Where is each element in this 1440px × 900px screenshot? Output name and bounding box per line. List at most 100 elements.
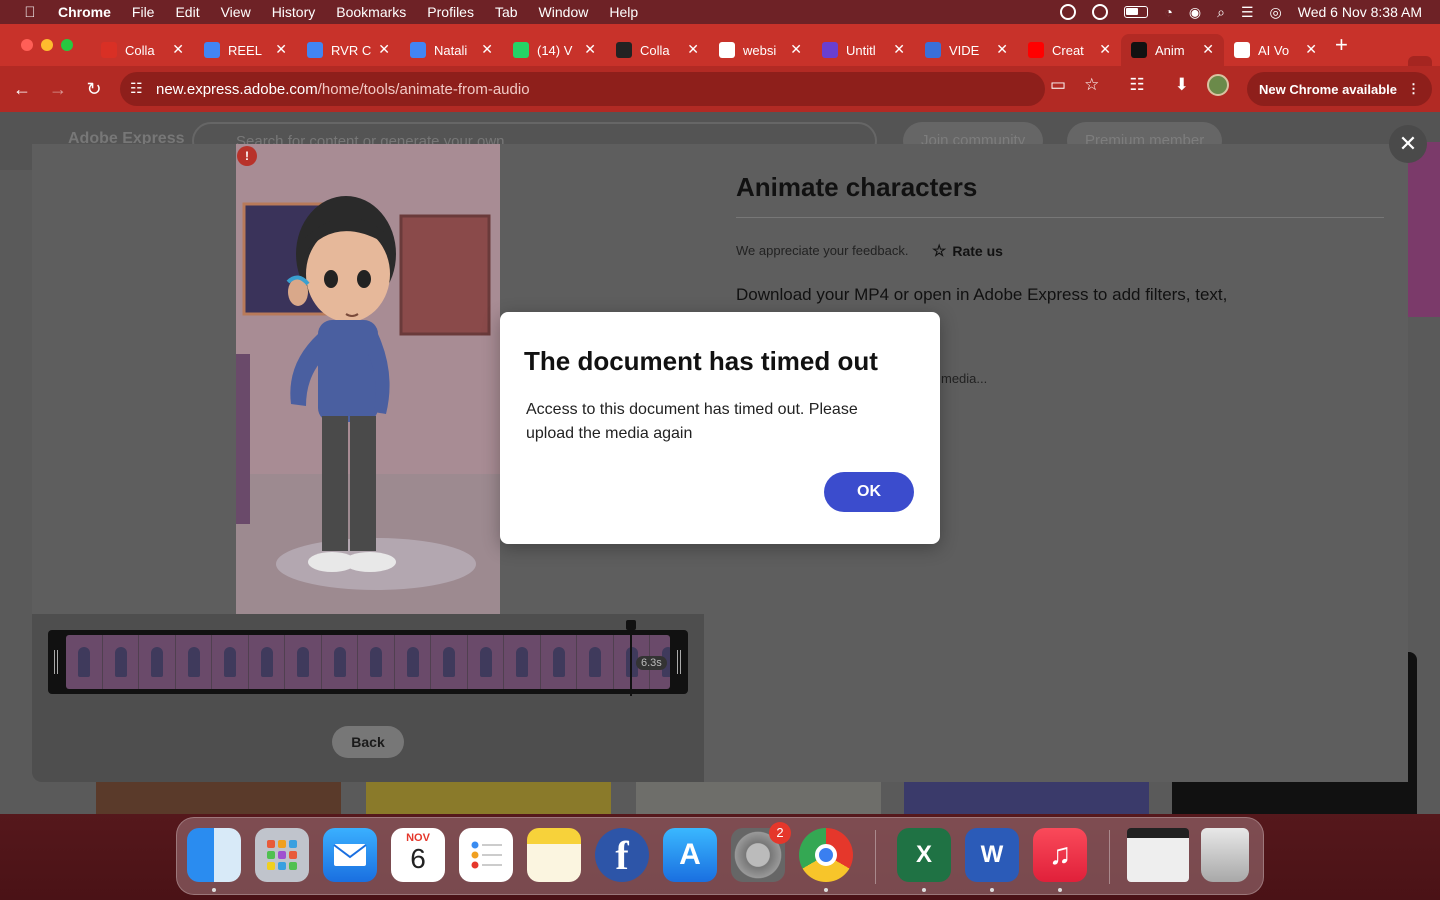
launchpad-icon[interactable] <box>255 828 309 882</box>
new-tab-button[interactable]: + <box>1335 32 1348 58</box>
browser-tab[interactable]: Anim ✕ <box>1121 34 1224 66</box>
chrome-icon[interactable] <box>799 828 853 882</box>
close-tab-icon[interactable]: ✕ <box>1305 41 1317 58</box>
close-tab-icon[interactable]: ✕ <box>687 41 699 58</box>
address-bar[interactable]: ☷ new.express.adobe.com/home/tools/anima… <box>120 72 1045 106</box>
wifi-icon[interactable]: ◔ <box>1164 4 1172 20</box>
browser-tab[interactable]: Untitl ✕ <box>812 34 915 66</box>
close-tab-icon[interactable]: ✕ <box>1202 41 1214 58</box>
facebook-icon[interactable]: f <box>595 828 649 882</box>
menu-window[interactable]: Window <box>539 4 589 20</box>
clock[interactable]: Wed 6 Nov 8:38 AM <box>1298 4 1422 20</box>
downloads-icon[interactable]: ⬇ <box>1175 75 1189 95</box>
menu-history[interactable]: History <box>272 4 316 20</box>
timeline-frame <box>285 635 322 689</box>
grammarly-icon[interactable] <box>1060 4 1077 20</box>
trim-start-handle[interactable] <box>54 650 58 674</box>
character-illustration <box>236 144 500 614</box>
more-vert-icon[interactable]: ⋮ <box>1407 81 1420 97</box>
new-chrome-label: New Chrome available <box>1259 81 1397 97</box>
back-arrow-icon[interactable]: ← <box>4 79 40 100</box>
url-host: new.express.adobe.com <box>156 80 318 98</box>
menu-file[interactable]: File <box>132 4 155 20</box>
install-app-icon[interactable]: ▭ <box>1050 75 1066 95</box>
menu-profiles[interactable]: Profiles <box>427 4 474 20</box>
finder-icon[interactable] <box>187 828 241 882</box>
close-tab-icon[interactable]: ✕ <box>790 41 802 58</box>
close-tab-icon[interactable]: ✕ <box>996 41 1008 58</box>
new-chrome-available-button[interactable]: New Chrome available ⋮ <box>1247 72 1432 106</box>
browser-tab[interactable]: REEL ✕ <box>194 34 297 66</box>
toolbar-actions: ▭ ☆ ☷ ⬇ <box>1050 74 1229 96</box>
word-icon[interactable]: W <box>965 828 1019 882</box>
timeline-frame <box>431 635 468 689</box>
mail-icon[interactable] <box>323 828 377 882</box>
close-modal-button[interactable]: ✕ <box>1389 125 1427 163</box>
browser-tab[interactable]: (14) V ✕ <box>503 34 606 66</box>
site-settings-icon[interactable]: ☷ <box>130 80 143 97</box>
browser-tab[interactable]: Colla ✕ <box>606 34 709 66</box>
menu-app-name[interactable]: Chrome <box>58 4 111 20</box>
browser-tab[interactable]: Natali ✕ <box>400 34 503 66</box>
docs-icon <box>204 42 220 58</box>
timeline-frame <box>139 635 176 689</box>
extensions-icon[interactable]: ☷ <box>1129 75 1144 95</box>
trash-icon[interactable] <box>1201 828 1249 882</box>
spotlight-search-icon[interactable]: ⌕ <box>1217 4 1225 21</box>
menu-help[interactable]: Help <box>609 4 638 20</box>
minimize-window-button[interactable] <box>41 39 53 51</box>
user-icon[interactable]: ◉ <box>1189 4 1201 21</box>
browser-tab[interactable]: RVR C ✕ <box>297 34 400 66</box>
browser-tab[interactable]: websi ✕ <box>709 34 812 66</box>
control-center-icon[interactable]: ☰ <box>1241 4 1254 21</box>
system-settings-icon[interactable]: 2 <box>731 822 791 882</box>
bookmark-star-icon[interactable]: ☆ <box>1084 75 1099 95</box>
close-tab-icon[interactable]: ✕ <box>1099 41 1111 58</box>
menu-view[interactable]: View <box>221 4 251 20</box>
menu-tab[interactable]: Tab <box>495 4 518 20</box>
close-window-button[interactable] <box>21 39 33 51</box>
ok-button[interactable]: OK <box>824 472 914 512</box>
close-tab-icon[interactable]: ✕ <box>893 41 905 58</box>
rate-us-button[interactable]: ☆ Rate us <box>932 241 1003 261</box>
close-tab-icon[interactable]: ✕ <box>584 41 596 58</box>
excel-icon[interactable]: X <box>897 828 951 882</box>
apple-icon[interactable]:  <box>20 4 40 21</box>
battery-icon[interactable] <box>1124 6 1149 18</box>
app-store-icon[interactable]: A <box>663 828 717 882</box>
timeline-frame <box>102 635 139 689</box>
calendar-icon[interactable]: NOV 6 <box>391 828 445 882</box>
playhead[interactable] <box>626 620 636 696</box>
panel-title: Animate characters <box>736 172 978 202</box>
tab-label: Natali <box>434 42 468 58</box>
envelope-shape <box>333 844 367 866</box>
browser-tab[interactable]: Creat ✕ <box>1018 34 1121 66</box>
trim-end-handle[interactable] <box>677 650 681 674</box>
screenshot-folder-icon[interactable] <box>1127 828 1189 882</box>
close-tab-icon[interactable]: ✕ <box>172 41 184 58</box>
zoom-window-button[interactable] <box>61 39 73 51</box>
reminders-icon[interactable] <box>459 828 513 882</box>
timeline-duration: 6.3s <box>636 656 667 670</box>
creative-cloud-icon[interactable] <box>1092 4 1109 20</box>
gmail-icon <box>101 42 117 58</box>
timeline-scrubber[interactable]: 6.3s <box>48 620 688 696</box>
browser-tab[interactable]: Colla ✕ <box>91 34 194 66</box>
siri-icon[interactable]: ◎ <box>1270 4 1282 21</box>
menu-bookmarks[interactable]: Bookmarks <box>336 4 406 20</box>
close-tab-icon[interactable]: ✕ <box>275 41 287 58</box>
music-icon[interactable]: ♫ <box>1033 828 1087 882</box>
tab-strip: Colla ✕ REEL ✕ RVR C ✕ Natali ✕ (14) V ✕ Colla ✕ web… <box>0 24 1440 80</box>
back-button[interactable]: Back <box>332 726 404 758</box>
timeline-frame <box>175 635 212 689</box>
profile-avatar[interactable] <box>1206 74 1229 96</box>
browser-tab[interactable]: AI Vo ✕ <box>1224 34 1327 66</box>
tab-label: AI Vo <box>1258 42 1290 58</box>
menu-edit[interactable]: Edit <box>175 4 199 20</box>
notes-icon[interactable] <box>527 828 581 882</box>
reload-icon[interactable]: ↻ <box>76 79 112 100</box>
close-tab-icon[interactable]: ✕ <box>481 41 493 58</box>
browser-tab[interactable]: VIDE ✕ <box>915 34 1018 66</box>
forward-arrow-icon[interactable]: → <box>40 79 76 100</box>
close-tab-icon[interactable]: ✕ <box>378 41 390 58</box>
